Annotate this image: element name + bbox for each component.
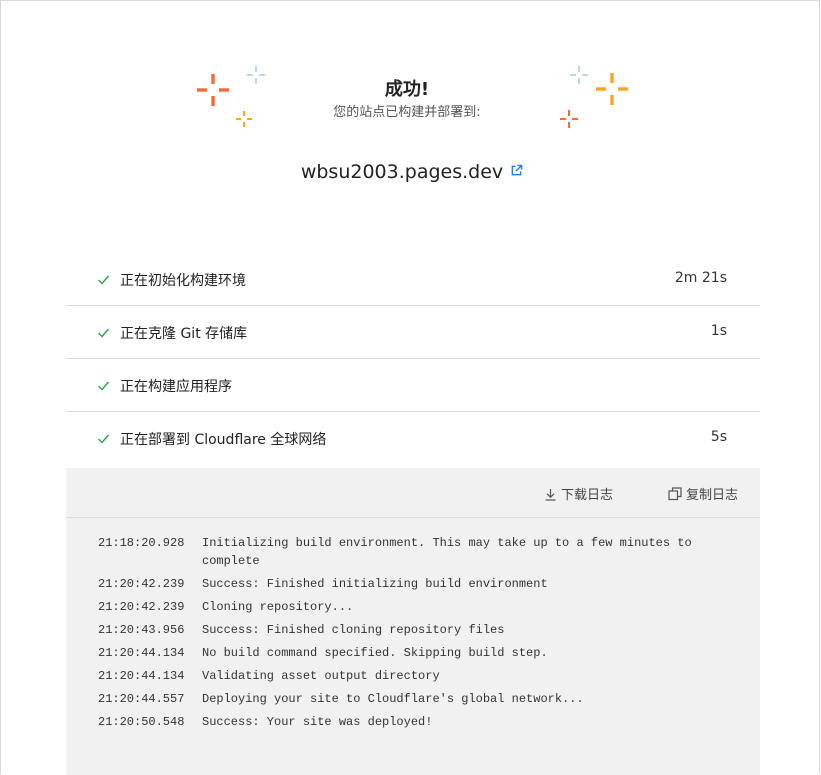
check-icon bbox=[98, 328, 110, 338]
deployed-domain: wbsu2003.pages.dev bbox=[1, 161, 821, 183]
step-label: 正在部署到 Cloudflare 全球网络 bbox=[120, 432, 327, 448]
build-log-panel: 下载日志 复制日志 21:18:20.928 Initializing build… bbox=[66, 468, 760, 775]
log-line: 21:20:50.548 Success: Your site was deplo… bbox=[98, 713, 738, 731]
copy-log-button[interactable]: 复制日志 bbox=[668, 484, 738, 503]
external-link-icon[interactable] bbox=[510, 164, 523, 177]
success-header: 成功! 您的站点已构建并部署到: wbsu2003.pages.dev bbox=[1, 1, 821, 221]
log-message: Success: Your site was deployed! bbox=[202, 715, 433, 729]
log-line: 21:20:44.134 Validating asset output dire… bbox=[98, 667, 738, 685]
check-icon bbox=[98, 275, 110, 285]
step-label: 正在初始化构建环境 bbox=[120, 273, 246, 289]
check-icon bbox=[98, 434, 110, 444]
page-subtitle: 您的站点已构建并部署到: bbox=[333, 105, 481, 120]
log-message: Success: Finished cloning repository fil… bbox=[202, 623, 505, 637]
log-message: Cloning repository... bbox=[202, 600, 354, 614]
log-message: Deploying your site to Cloudflare's glob… bbox=[202, 692, 584, 706]
step-label: 正在克隆 Git 存储库 bbox=[120, 326, 248, 342]
log-lines: 21:18:20.928 Initializing build environme… bbox=[98, 534, 738, 736]
log-line: 21:20:44.134 No build command specified. … bbox=[98, 644, 738, 662]
step-row: 正在克隆 Git 存储库 1s bbox=[66, 306, 760, 359]
log-line: 21:18:20.928 Initializing build environme… bbox=[98, 534, 738, 570]
step-label: 正在构建应用程序 bbox=[120, 379, 232, 395]
deployment-result-panel: 成功! 您的站点已构建并部署到: wbsu2003.pages.dev 正在初始… bbox=[0, 0, 821, 775]
copy-log-label: 复制日志 bbox=[686, 488, 739, 503]
log-timestamp: 21:18:20.928 bbox=[98, 536, 185, 550]
log-toolbar: 下载日志 复制日志 bbox=[66, 468, 760, 518]
log-timestamp: 21:20:44.557 bbox=[98, 692, 185, 706]
step-row: 正在初始化构建环境 2m 21s bbox=[66, 253, 760, 306]
step-row: 正在构建应用程序 bbox=[66, 359, 760, 412]
log-timestamp: 21:20:43.956 bbox=[98, 623, 185, 637]
step-row: 正在部署到 Cloudflare 全球网络 5s bbox=[66, 412, 760, 465]
download-log-button[interactable]: 下载日志 bbox=[544, 484, 613, 503]
log-message: Validating asset output directory bbox=[202, 669, 440, 683]
log-timestamp: 21:20:44.134 bbox=[98, 646, 185, 660]
log-line: 21:20:44.557 Deploying your site to Cloud… bbox=[98, 690, 738, 708]
log-timestamp: 21:20:42.239 bbox=[98, 577, 185, 591]
step-duration: 2m 21s bbox=[674, 270, 727, 286]
log-line: 21:20:43.956 Success: Finished cloning re… bbox=[98, 621, 738, 639]
log-message: Initializing build environment. This may… bbox=[202, 536, 692, 568]
step-duration: 1s bbox=[710, 323, 727, 339]
log-line: 21:20:42.239 Success: Finished initializi… bbox=[98, 575, 738, 593]
download-log-label: 下载日志 bbox=[561, 488, 614, 503]
copy-icon bbox=[668, 487, 682, 501]
download-icon bbox=[545, 489, 556, 501]
log-message: Success: Finished initializing build env… bbox=[202, 577, 548, 591]
deployment-steps: 正在初始化构建环境 2m 21s 正在克隆 Git 存储库 1s 正在构建应用程… bbox=[66, 253, 760, 465]
log-timestamp: 21:20:42.239 bbox=[98, 600, 185, 614]
check-icon bbox=[98, 381, 110, 391]
log-timestamp: 21:20:44.134 bbox=[98, 669, 185, 683]
step-duration: 5s bbox=[710, 429, 727, 445]
log-message: No build command specified. Skipping bui… bbox=[202, 646, 548, 660]
page-title: 成功! bbox=[384, 79, 430, 100]
log-timestamp: 21:20:50.548 bbox=[98, 715, 185, 729]
deployed-domain-link[interactable]: wbsu2003.pages.dev bbox=[301, 161, 503, 183]
log-line: 21:20:42.239 Cloning repository... bbox=[98, 598, 738, 616]
